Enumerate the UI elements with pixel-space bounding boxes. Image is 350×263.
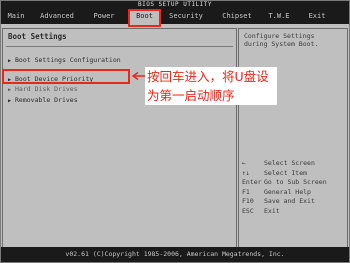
menu-bar: Main Advanced Power Boot Security Chipse… bbox=[1, 9, 349, 24]
key-legend: ← Select Screen ↑↓ Select Item Enter Go to … bbox=[242, 159, 327, 216]
callout-arrow-icon bbox=[131, 72, 145, 80]
key-row: ↑↓ Select Item bbox=[242, 169, 327, 179]
triangle-right-icon: ▶ bbox=[8, 98, 12, 104]
menu-item-advanced[interactable]: Advanced bbox=[35, 9, 79, 24]
help-panel: Configure Settings during System Boot. ←… bbox=[238, 28, 348, 248]
boot-settings-panel: Boot Settings ▶ Boot Settings Configurati… bbox=[2, 28, 237, 248]
menu-item-twe[interactable]: T.W.E bbox=[265, 9, 293, 24]
key-description: Select Item bbox=[264, 168, 308, 177]
boot-device-priority-highlight-box bbox=[2, 69, 130, 84]
key-description: General Help bbox=[264, 187, 311, 196]
option-label: Boot Settings Configuration bbox=[15, 56, 121, 64]
option-hard-disk-drives[interactable]: ▶ Hard Disk Drives bbox=[8, 85, 78, 93]
key-row: F1 General Help bbox=[242, 188, 327, 198]
bios-screen: BIOS SETUP UTILITY Main Advanced Power B… bbox=[0, 0, 350, 263]
key-description: Select Screen bbox=[264, 159, 315, 167]
key-description: Exit bbox=[264, 206, 280, 215]
option-boot-settings-configuration[interactable]: ▶ Boot Settings Configuration bbox=[8, 56, 121, 64]
help-text: Configure Settings during System Boot. bbox=[244, 32, 319, 48]
key-label: F10 bbox=[242, 197, 254, 205]
key-description: Go to Sub Screen bbox=[264, 178, 327, 186]
option-label: Hard Disk Drives bbox=[15, 85, 78, 93]
key-label: ↑↓ bbox=[242, 168, 250, 177]
key-label: ← bbox=[242, 159, 246, 167]
copyright-footer: v02.61 (C)Copyright 1985-2006, American … bbox=[1, 247, 349, 262]
key-row: Enter Go to Sub Screen bbox=[242, 178, 327, 188]
menu-item-security[interactable]: Security bbox=[165, 9, 207, 24]
triangle-right-icon: ▶ bbox=[8, 58, 12, 64]
option-label: Removable Drives bbox=[15, 96, 78, 104]
key-row: ESC Exit bbox=[242, 207, 327, 217]
panel-title: Boot Settings bbox=[8, 32, 67, 41]
key-label: F1 bbox=[242, 187, 250, 196]
key-row: F10 Save and Exit bbox=[242, 197, 327, 207]
menu-item-main[interactable]: Main bbox=[3, 9, 29, 24]
option-removable-drives[interactable]: ▶ Removable Drives bbox=[8, 96, 78, 104]
menu-item-exit[interactable]: Exit bbox=[305, 9, 329, 24]
instruction-annotation: 按回车进入，将U盘设为第一启动顺序 bbox=[145, 67, 277, 105]
triangle-right-icon: ▶ bbox=[8, 87, 12, 93]
title-bar: BIOS SETUP UTILITY bbox=[1, 1, 349, 9]
menu-item-power[interactable]: Power bbox=[89, 9, 119, 24]
menu-item-chipset[interactable]: Chipset bbox=[218, 9, 256, 24]
key-row: ← Select Screen bbox=[242, 159, 327, 169]
key-label: Enter bbox=[242, 178, 262, 186]
boot-tab-highlight-box bbox=[128, 9, 161, 27]
key-label: ESC bbox=[242, 206, 254, 215]
key-description: Save and Exit bbox=[264, 197, 315, 205]
panel-divider bbox=[6, 46, 233, 47]
